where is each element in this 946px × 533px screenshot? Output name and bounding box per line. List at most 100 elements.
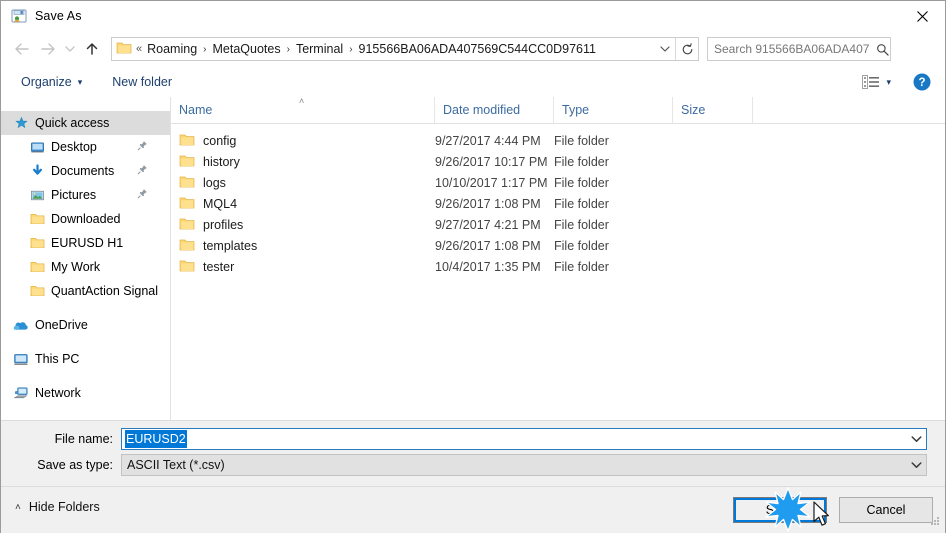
sidebar-item-downloaded[interactable]: Downloaded: [1, 207, 170, 231]
navigation-bar: « Roaming › MetaQuotes › Terminal › 9155…: [1, 31, 945, 67]
hide-folders-label: Hide Folders: [28, 500, 100, 514]
sidebar-item-label: Desktop: [51, 140, 97, 154]
back-arrow-icon: [15, 43, 29, 55]
pin-icon[interactable]: [137, 164, 148, 178]
file-name-label: config: [203, 133, 237, 148]
file-date-cell: 9/27/2017 4:44 PM: [435, 133, 541, 148]
save-form: File name: EURUSD2 Save as type: ASCII T…: [1, 420, 945, 487]
folder-icon: [29, 235, 45, 251]
up-button[interactable]: [79, 36, 105, 62]
file-name-dropdown-button[interactable]: [906, 435, 926, 443]
folder-icon: [179, 133, 195, 149]
search-input[interactable]: [708, 38, 871, 60]
file-name-label: File name:: [54, 432, 113, 446]
file-type-cell: File folder: [554, 154, 609, 169]
file-type-cell: File folder: [554, 259, 609, 274]
pin-icon[interactable]: [137, 140, 148, 154]
table-row[interactable]: templates 9/26/2017 1:08 PM File folder: [171, 235, 945, 256]
sidebar-item-eurusd-h1[interactable]: EURUSD H1: [1, 231, 170, 255]
column-label: Name: [179, 103, 213, 117]
column-label: Size: [681, 103, 706, 117]
sidebar-item-this-pc[interactable]: This PC: [1, 347, 170, 371]
column-label: Type: [562, 103, 590, 117]
table-row[interactable]: history 9/26/2017 10:17 PM File folder: [171, 151, 945, 172]
file-name-cell: history: [171, 154, 435, 170]
save-as-type-row: Save as type: ASCII Text (*.csv): [1, 454, 945, 476]
back-button[interactable]: [9, 36, 35, 62]
sidebar-item-my-work[interactable]: My Work: [1, 255, 170, 279]
recent-locations-button[interactable]: [61, 36, 79, 62]
sidebar-item-label: Network: [35, 386, 81, 400]
close-button[interactable]: [899, 1, 945, 31]
file-date-cell: 10/10/2017 1:17 PM: [435, 175, 548, 190]
table-row[interactable]: config 9/27/2017 4:44 PM File folder: [171, 130, 945, 151]
file-type-cell: File folder: [554, 133, 609, 148]
this-pc-icon: [13, 351, 29, 367]
chevron-down-icon: [910, 462, 922, 468]
dialog-footer: ˄ Hide Folders Save Cancel: [1, 486, 945, 533]
file-name-input[interactable]: EURUSD2: [121, 428, 927, 450]
folder-icon: [179, 175, 195, 191]
table-row[interactable]: MQL4 9/26/2017 1:08 PM File folder: [171, 193, 945, 214]
new-folder-button[interactable]: New folder: [104, 70, 180, 94]
breadcrumb-item-terminal[interactable]: Terminal: [292, 38, 347, 60]
folder-icon: [116, 41, 132, 58]
breadcrumb-overflow[interactable]: «: [135, 38, 143, 60]
refresh-button[interactable]: [675, 38, 698, 60]
help-button[interactable]: ?: [913, 73, 931, 91]
sidebar-item-label: Documents: [51, 164, 115, 178]
file-name-label: logs: [203, 175, 226, 190]
file-name-row: File name: EURUSD2: [1, 428, 945, 450]
table-row[interactable]: logs 10/10/2017 1:17 PM File folder: [171, 172, 945, 193]
table-row[interactable]: tester 10/4/2017 1:35 PM File folder: [171, 256, 945, 277]
pin-icon[interactable]: [137, 188, 148, 202]
sidebar-item-label: OneDrive: [35, 318, 88, 332]
search-icon[interactable]: [871, 43, 893, 56]
file-name-cell: logs: [171, 175, 435, 191]
cancel-button[interactable]: Cancel: [839, 497, 933, 523]
pictures-icon: [29, 187, 45, 203]
resize-grip-icon[interactable]: [929, 515, 941, 530]
forward-button[interactable]: [35, 36, 61, 62]
file-type-cell: File folder: [554, 238, 609, 253]
file-type-cell: File folder: [554, 196, 609, 211]
sidebar-item-label: QuantAction Signal: [51, 284, 159, 298]
sidebar-item-quantaction-signal[interactable]: QuantAction Signal: [1, 279, 170, 303]
breadcrumb-separator[interactable]: ›: [285, 44, 292, 55]
save-as-type-select[interactable]: ASCII Text (*.csv): [121, 454, 927, 476]
column-header-size[interactable]: Size: [673, 97, 753, 123]
hide-folders-button[interactable]: ˄ Hide Folders: [15, 500, 100, 514]
folder-icon: [179, 238, 195, 254]
sidebar-item-label: Downloaded: [51, 212, 121, 226]
breadcrumb-separator[interactable]: ›: [347, 44, 354, 55]
table-row[interactable]: profiles 9/27/2017 4:21 PM File folder: [171, 214, 945, 235]
sidebar-item-desktop[interactable]: Desktop: [1, 135, 170, 159]
breadcrumb-item-instance[interactable]: 915566BA06ADA407569C544CC0D97611: [355, 38, 600, 60]
column-header-type[interactable]: Type: [554, 97, 673, 123]
view-options-button[interactable]: ▾: [858, 75, 895, 89]
search-box[interactable]: [707, 37, 891, 61]
breadcrumb-item-roaming[interactable]: Roaming: [143, 38, 201, 60]
sidebar-item-quick-access[interactable]: Quick access: [1, 111, 170, 135]
address-dropdown-button[interactable]: [655, 38, 675, 60]
save-button-label: Save: [765, 503, 795, 517]
sidebar-item-onedrive[interactable]: OneDrive: [1, 313, 170, 337]
window-title: Save As: [35, 9, 82, 23]
breadcrumb-item-metaquotes[interactable]: MetaQuotes: [209, 38, 285, 60]
column-header-name[interactable]: Name ˄: [171, 97, 435, 123]
file-name-cell: tester: [171, 259, 435, 275]
file-list: config 9/27/2017 4:44 PM File folder his…: [171, 124, 945, 277]
sidebar-item-documents[interactable]: Documents: [1, 159, 170, 183]
column-header-date-modified[interactable]: Date modified: [435, 97, 554, 123]
sidebar-item-network[interactable]: Network: [1, 381, 170, 405]
sidebar-item-pictures[interactable]: Pictures: [1, 183, 170, 207]
folder-icon: [29, 283, 45, 299]
save-button[interactable]: Save: [733, 497, 827, 523]
save-as-type-dropdown-button[interactable]: [906, 461, 926, 469]
address-bar[interactable]: « Roaming › MetaQuotes › Terminal › 9155…: [111, 37, 699, 61]
organize-button[interactable]: Organize ▾: [13, 70, 90, 94]
breadcrumb-separator[interactable]: ›: [201, 44, 208, 55]
